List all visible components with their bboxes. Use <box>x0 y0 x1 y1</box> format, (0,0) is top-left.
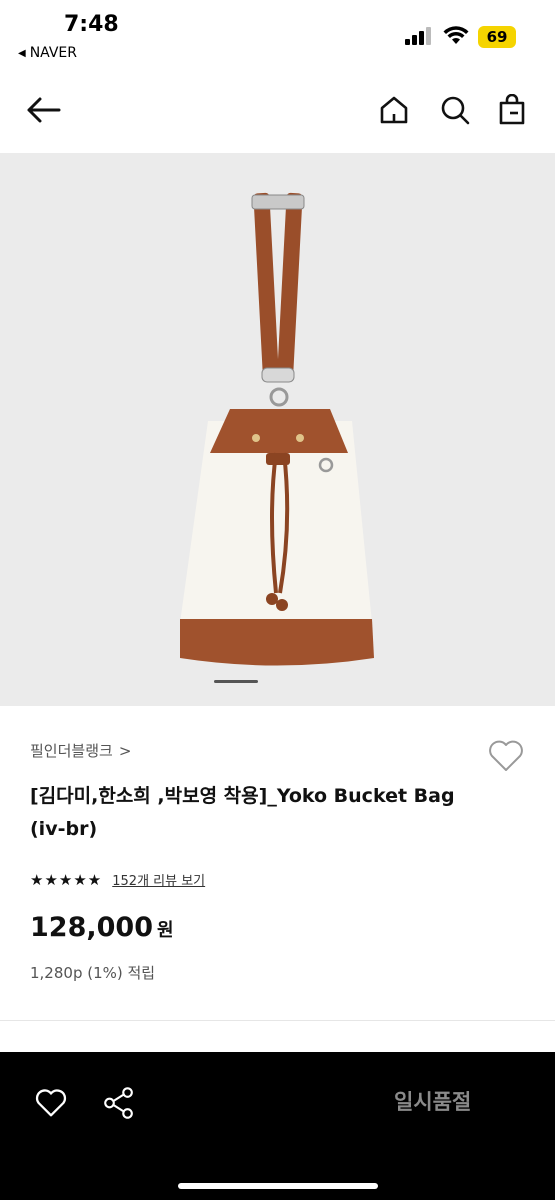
search-icon <box>441 96 470 125</box>
product-image[interactable] <box>0 153 555 706</box>
heart-icon <box>35 1089 67 1117</box>
top-nav <box>0 80 555 140</box>
price-value: 128,000 <box>30 912 153 943</box>
bottom-action-bar: 일시품절 <box>0 1052 555 1200</box>
back-button[interactable] <box>22 92 64 128</box>
points-info: 1,280p (1%) 적립 <box>30 964 156 982</box>
battery-indicator: 69 <box>478 26 516 48</box>
home-icon <box>380 96 408 124</box>
home-button[interactable] <box>374 90 414 130</box>
search-button[interactable] <box>435 90 475 130</box>
cellular-signal-icon <box>405 27 431 45</box>
carousel-indicator <box>214 680 258 683</box>
divider <box>0 1020 555 1021</box>
brand-link[interactable]: 필인더블랭크 > <box>30 740 131 761</box>
status-time: 7:48 <box>64 12 119 37</box>
brand-name: 필인더블랭크 <box>30 742 113 760</box>
chevron-right-icon: > <box>118 741 132 760</box>
cart-button[interactable] <box>492 90 532 130</box>
wifi-icon <box>443 26 469 44</box>
star-rating: ★★★★★ <box>30 870 103 889</box>
back-triangle-icon: ◀ <box>18 47 26 59</box>
home-indicator <box>178 1183 378 1189</box>
bottom-wishlist-button[interactable] <box>32 1084 72 1124</box>
bucket-bag-illustration <box>180 192 374 666</box>
price-row: 128,000 원 <box>30 912 174 943</box>
back-arrow-icon <box>27 97 61 123</box>
reviews-link[interactable]: 152개 리뷰 보기 <box>112 870 205 889</box>
back-app-label: NAVER <box>29 45 78 61</box>
status-bar: 7:48 ◀ NAVER 69 <box>0 0 555 72</box>
product-title: [김다미,한소희 ,박보영 착용]_Yoko Bucket Bag (iv-br… <box>30 785 455 840</box>
back-to-app-link[interactable]: ◀ NAVER <box>18 45 77 61</box>
share-button[interactable] <box>100 1084 140 1124</box>
wishlist-button[interactable] <box>486 736 526 776</box>
heart-icon <box>489 740 523 771</box>
sold-out-button[interactable]: 일시품절 <box>394 1086 471 1116</box>
share-icon <box>104 1087 133 1119</box>
price-currency: 원 <box>156 920 174 941</box>
shopping-bag-icon <box>499 94 525 125</box>
rating-row: ★★★★★ 152개 리뷰 보기 <box>30 870 205 890</box>
